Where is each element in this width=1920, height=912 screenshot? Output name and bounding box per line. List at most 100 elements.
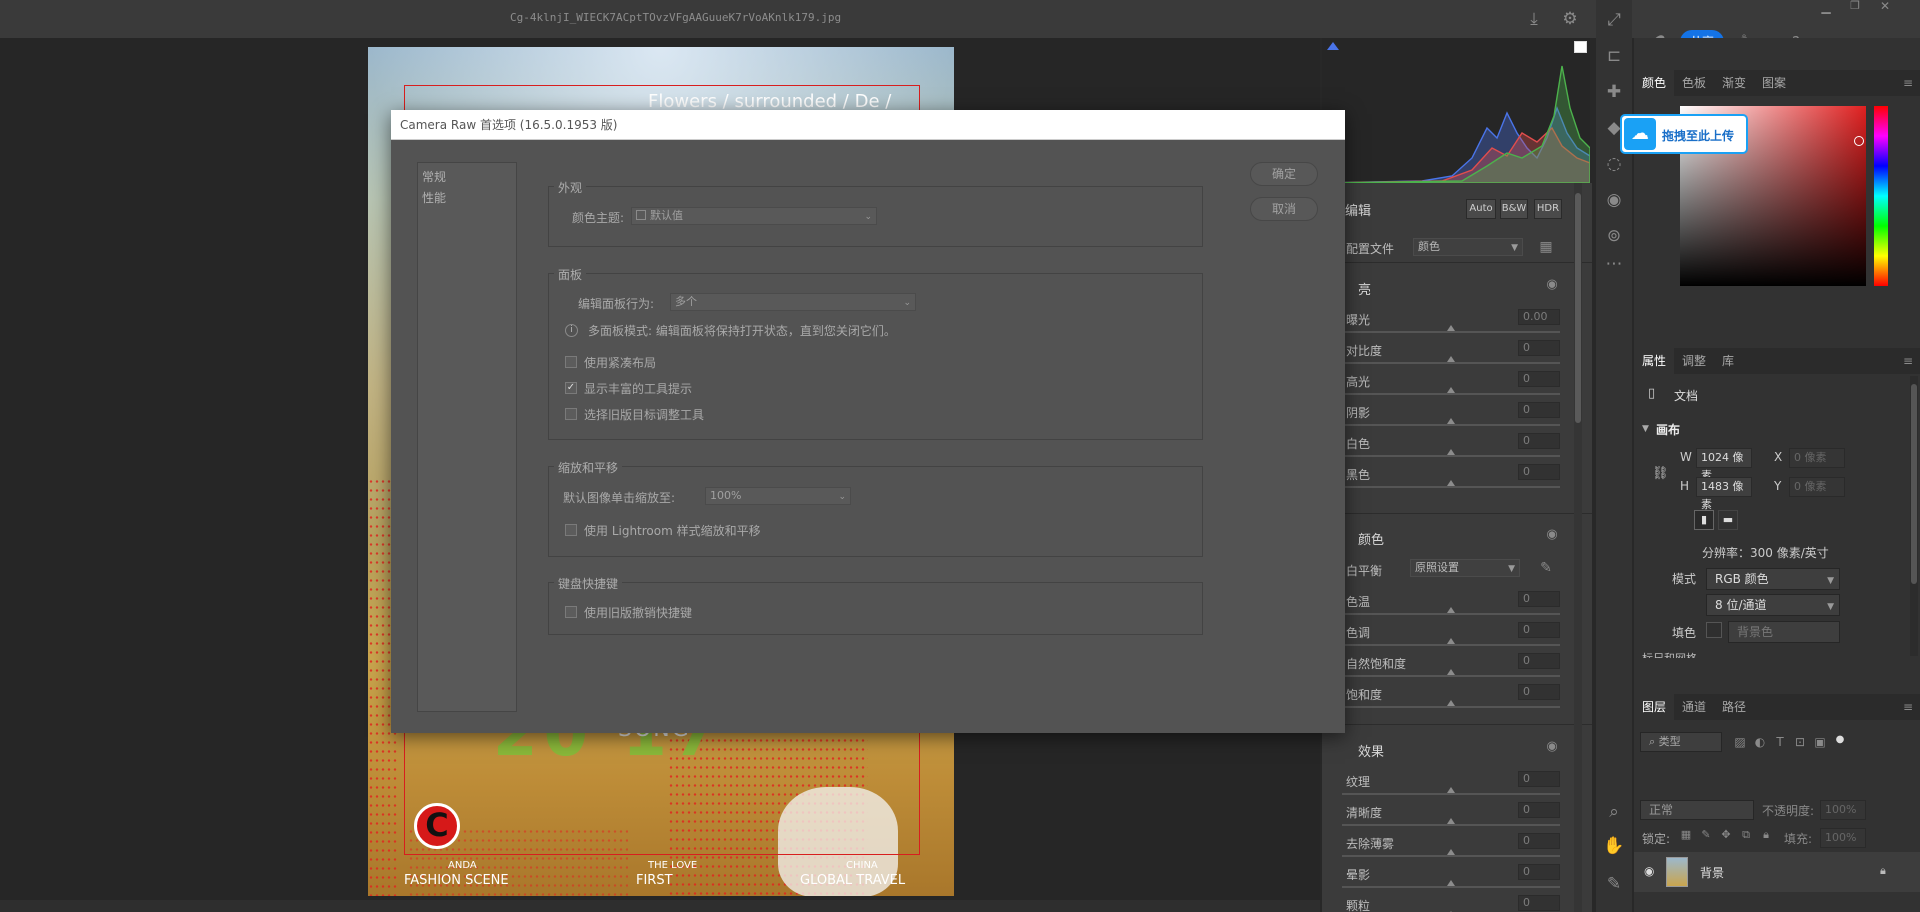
hdr-button[interactable]: HDR (1534, 199, 1562, 219)
slider-track[interactable] (1342, 331, 1560, 333)
filter-toggle-icon[interactable]: ● (1828, 728, 1852, 752)
panel-option-checkbox[interactable] (565, 356, 577, 368)
properties-scrollbar[interactable] (1910, 376, 1918, 656)
landscape-icon[interactable]: ▬ (1718, 510, 1738, 530)
slider-value-field[interactable]: 0 (1518, 864, 1560, 880)
layer-filter-select[interactable]: ⌕ 类型 (1640, 732, 1722, 752)
height-field[interactable]: 1483 像素 (1696, 477, 1752, 511)
panel-menu-icon[interactable]: ≡ (1896, 71, 1920, 95)
color-picker-handle[interactable] (1854, 136, 1864, 146)
light-section-title[interactable]: 亮 (1358, 279, 1371, 298)
horizontal-scrollbar[interactable] (0, 900, 1320, 912)
slider-thumb[interactable] (1447, 607, 1455, 613)
theme-select[interactable]: 默认值 ⌄ (631, 207, 877, 225)
bw-button[interactable]: B&W (1500, 199, 1528, 219)
more-icon[interactable]: ⋯ (1602, 252, 1626, 276)
slider-thumb[interactable] (1447, 356, 1455, 362)
opacity-field[interactable]: 100% (1820, 800, 1866, 820)
tab-gradients[interactable]: 渐变 (1714, 70, 1754, 96)
panel-option-checkbox[interactable]: ✓ (565, 382, 577, 394)
panel-menu-icon[interactable]: ≡ (1896, 695, 1920, 719)
slider-value-field[interactable]: 0 (1518, 771, 1560, 787)
blend-mode-select[interactable]: 正常 (1640, 800, 1754, 820)
slider-thumb[interactable] (1447, 880, 1455, 886)
slider-value-field[interactable]: 0.00 (1518, 309, 1560, 325)
slider-value-field[interactable]: 0 (1518, 371, 1560, 387)
tab-properties[interactable]: 属性 (1634, 348, 1675, 374)
layer-row[interactable]: ◉ 背景 🔒︎ (1634, 852, 1920, 892)
slider-value-field[interactable]: 0 (1518, 622, 1560, 638)
profile-select[interactable]: 颜色 ▼ (1413, 238, 1523, 256)
slider-track[interactable] (1342, 644, 1560, 646)
acr-scroll-thumb[interactable] (1575, 193, 1581, 423)
chevron-down-icon[interactable]: ▼ (1642, 424, 1649, 434)
slider-track[interactable] (1342, 855, 1560, 857)
canvas-title[interactable]: 画布 (1656, 421, 1680, 438)
shadow-clip-icon[interactable] (1327, 42, 1339, 50)
width-field[interactable]: 1024 像素 (1696, 448, 1752, 482)
panel-option-label[interactable]: 使用紧凑布局 (584, 354, 656, 371)
presets-icon[interactable]: ⊚ (1602, 224, 1626, 248)
cancel-button[interactable]: 取消 (1250, 197, 1318, 221)
tab-adjustments[interactable]: 调整 (1674, 348, 1714, 374)
link-icon[interactable]: ⛓ (1652, 466, 1669, 481)
tab-color[interactable]: 颜色 (1634, 70, 1675, 96)
slider-value-field[interactable]: 0 (1518, 684, 1560, 700)
slider-value-field[interactable]: 0 (1518, 895, 1560, 911)
hue-slider[interactable] (1874, 106, 1888, 286)
slider-value-field[interactable]: 0 (1518, 802, 1560, 818)
slider-value-field[interactable]: 0 (1518, 833, 1560, 849)
slider-value-field[interactable]: 0 (1518, 433, 1560, 449)
profile-browser-icon[interactable]: ▦ (1534, 235, 1558, 259)
visibility-eye-icon[interactable]: ◉ (1644, 864, 1654, 878)
bitdepth-select[interactable]: 8 位/通道 ▼ (1706, 594, 1840, 616)
legacy-undo-label[interactable]: 使用旧版撤销快捷键 (584, 604, 692, 621)
slider-track[interactable] (1342, 613, 1560, 615)
slider-track[interactable] (1342, 675, 1560, 677)
gear-icon[interactable]: ⚙ (1558, 7, 1582, 31)
lightroom-zoom-label[interactable]: 使用 Lightroom 样式缩放和平移 (584, 522, 761, 539)
tab-swatches[interactable]: 色板 (1674, 70, 1714, 96)
lock-all-icon[interactable]: 🔒︎ (1754, 823, 1778, 847)
slider-thumb[interactable] (1447, 669, 1455, 675)
panel-option-label[interactable]: 显示丰富的工具提示 (584, 380, 692, 397)
color-section-title[interactable]: 颜色 (1358, 529, 1384, 548)
slider-thumb[interactable] (1447, 818, 1455, 824)
fill-select[interactable]: 背景色 (1728, 621, 1840, 643)
slider-track[interactable] (1342, 886, 1560, 888)
eyedropper-icon[interactable]: ✎ (1534, 556, 1558, 580)
layer-lock-icon[interactable]: 🔒︎ (1880, 864, 1886, 878)
tab-channels[interactable]: 通道 (1674, 694, 1714, 720)
heal-icon[interactable]: ✚ (1602, 80, 1626, 104)
slider-thumb[interactable] (1447, 325, 1455, 331)
restore-icon[interactable]: ❐ (1843, 0, 1867, 18)
slider-track[interactable] (1342, 424, 1560, 426)
crop-icon[interactable]: ⊏ (1602, 44, 1626, 68)
slider-track[interactable] (1342, 455, 1560, 457)
eye-icon[interactable]: ◉ (1540, 523, 1564, 547)
slider-track[interactable] (1342, 486, 1560, 488)
tab-libraries[interactable]: 库 (1714, 348, 1742, 374)
wb-select[interactable]: 原照设置 ▼ (1410, 559, 1520, 577)
zoom-default-select[interactable]: 100% ⌄ (705, 487, 851, 505)
fill-swatch[interactable] (1706, 622, 1722, 638)
panel-option-label[interactable]: 选择旧版目标调整工具 (584, 406, 704, 423)
sidebar-item-performance[interactable]: 性能 (422, 189, 446, 206)
slider-track[interactable] (1342, 793, 1560, 795)
save-icon[interactable]: ⤓ (1522, 7, 1546, 31)
slider-value-field[interactable]: 0 (1518, 340, 1560, 356)
portrait-icon[interactable]: ▮ (1694, 510, 1714, 530)
x-field[interactable]: 0 像素 (1789, 448, 1845, 468)
legacy-undo-checkbox[interactable] (565, 606, 577, 618)
y-field[interactable]: 0 像素 (1789, 477, 1845, 497)
tab-layers[interactable]: 图层 (1634, 694, 1675, 720)
slider-track[interactable] (1342, 393, 1560, 395)
slider-thumb[interactable] (1447, 849, 1455, 855)
slider-track[interactable] (1342, 706, 1560, 708)
slider-value-field[interactable]: 0 (1518, 464, 1560, 480)
mode-select[interactable]: RGB 颜色 ▼ (1706, 568, 1840, 590)
hand-icon[interactable]: ✋ (1602, 834, 1626, 858)
sampler-icon[interactable]: ✎ (1602, 872, 1626, 896)
slider-value-field[interactable]: 0 (1518, 653, 1560, 669)
slider-thumb[interactable] (1447, 787, 1455, 793)
